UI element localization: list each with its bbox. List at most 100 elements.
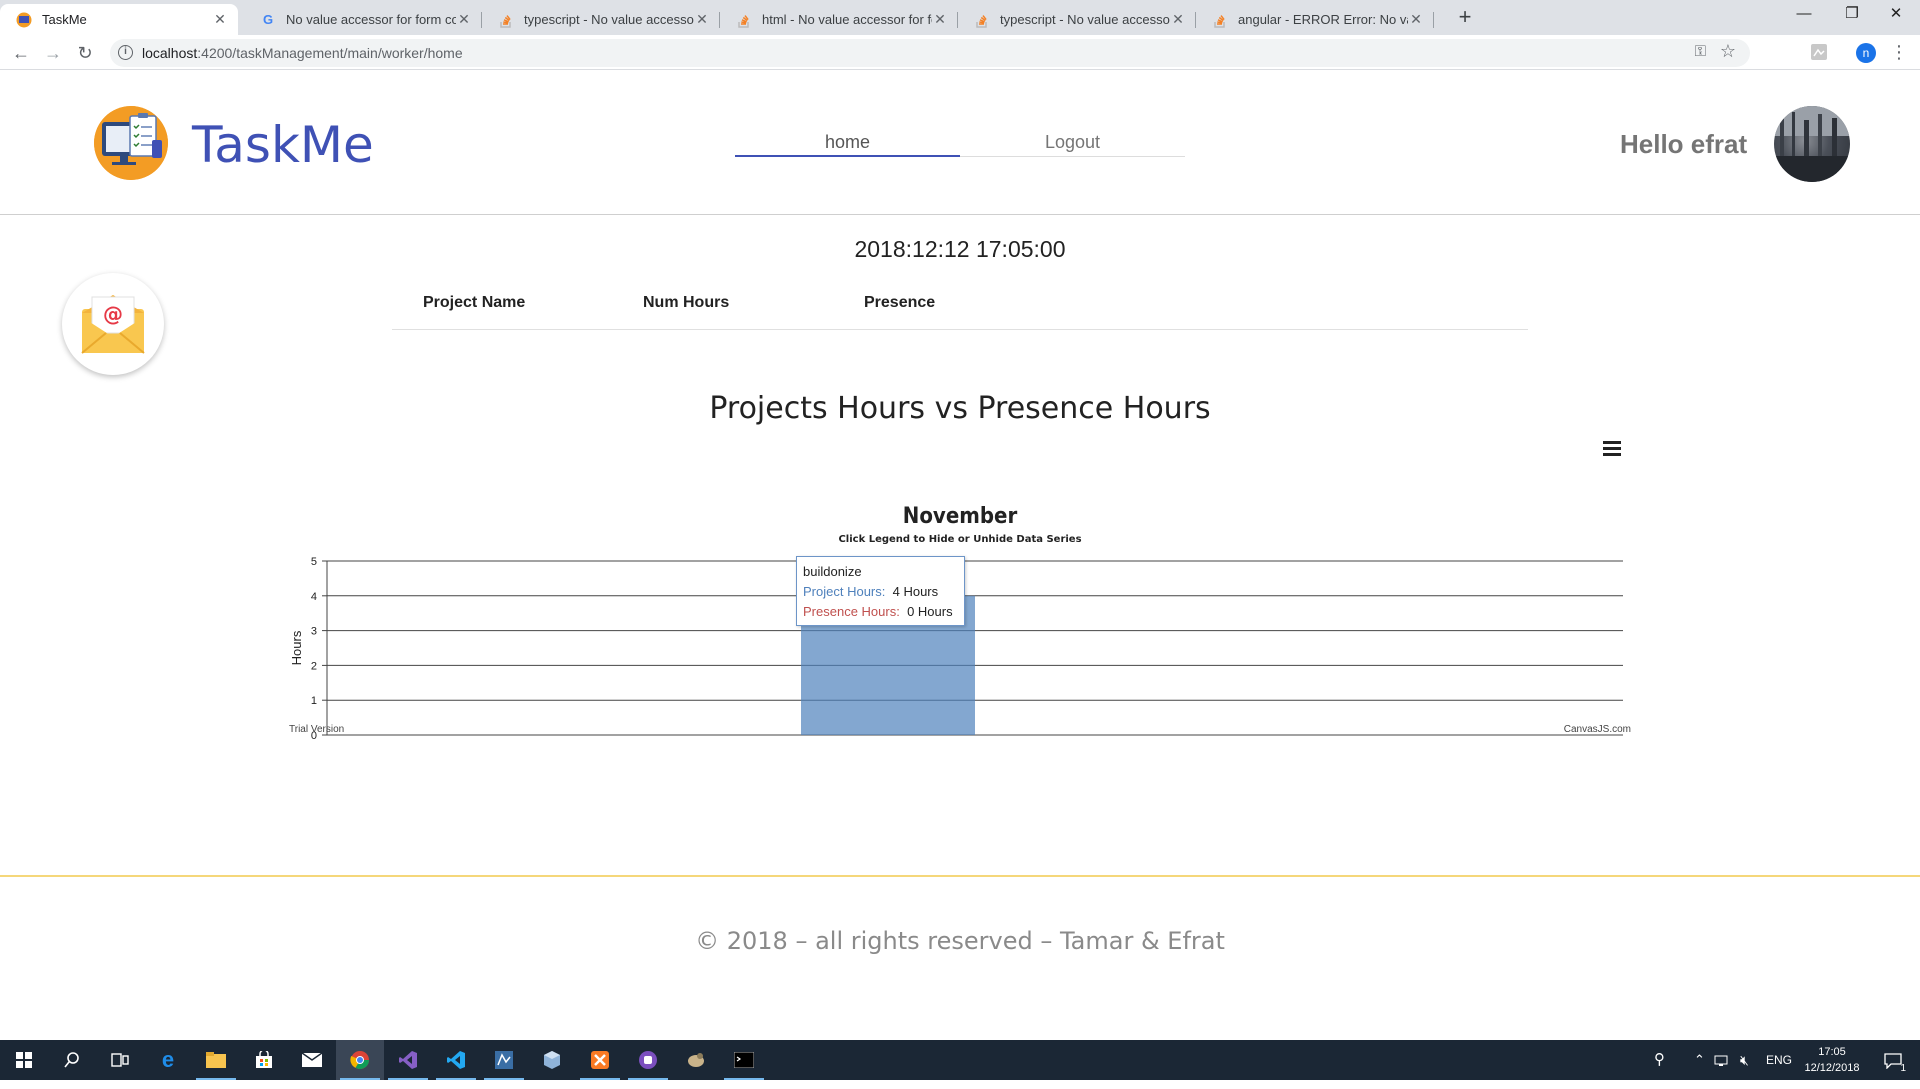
input-language[interactable]: ENG xyxy=(1766,1040,1792,1080)
system-clock[interactable]: 17:05 12/12/2018 xyxy=(1800,1044,1864,1076)
search-icon[interactable] xyxy=(48,1040,96,1080)
store-icon[interactable] xyxy=(240,1040,288,1080)
tab-separator xyxy=(1433,12,1434,28)
address-bar[interactable]: i localhost:4200/taskManagement/main/wor… xyxy=(110,39,1750,67)
virtualbox-icon[interactable] xyxy=(528,1040,576,1080)
bookmark-star-icon[interactable]: ☆ xyxy=(1720,41,1736,62)
column-num-hours: Num Hours xyxy=(643,294,730,311)
media-app-icon[interactable] xyxy=(624,1040,672,1080)
tab-close-icon[interactable]: ✕ xyxy=(694,11,710,28)
browser-tab-stackoverflow-2[interactable]: html - No value accessor for form ✕ xyxy=(720,4,958,35)
tooltip-label: Project Hours: xyxy=(803,584,886,599)
chrome-icon[interactable] xyxy=(336,1040,384,1080)
tab-title: html - No value accessor for form xyxy=(762,12,932,27)
current-datetime: 2018:12:12 17:05:00 xyxy=(854,236,1066,262)
task-view-icon[interactable] xyxy=(96,1040,144,1080)
app-header: TaskMe home Logout Hello efrat xyxy=(0,71,1920,215)
visual-studio-icon[interactable] xyxy=(384,1040,432,1080)
browser-tab-stackoverflow-3[interactable]: typescript - No value accessor fo ✕ xyxy=(958,4,1196,35)
page-footer: © 2018 – all rights reserved – Tamar & E… xyxy=(0,875,1920,1040)
volume-muted-icon[interactable]: 🔇︎ xyxy=(1740,1040,1749,1080)
tab-title: No value accessor for form contr xyxy=(286,12,456,27)
minimize-icon[interactable]: — xyxy=(1780,0,1828,30)
canvasjs-credit[interactable]: CanvasJS.com xyxy=(1564,724,1631,735)
tooltip-category: buildonize xyxy=(803,564,862,579)
browser-menu-icon[interactable]: ⋮ xyxy=(1890,41,1908,63)
network-icon[interactable] xyxy=(1714,1040,1730,1080)
taskme-logo-icon[interactable] xyxy=(94,106,168,180)
chart-menu-icon[interactable] xyxy=(1603,441,1621,459)
stackoverflow-favicon-icon xyxy=(498,12,514,28)
app-logo-text[interactable]: TaskMe xyxy=(192,116,374,174)
y-tick-label: 4 xyxy=(311,591,317,603)
notification-center-icon[interactable]: 1 xyxy=(1876,1040,1910,1080)
y-tick-label: 1 xyxy=(311,695,317,707)
svg-text:@: @ xyxy=(103,302,123,326)
browser-tab-strip: TaskMe ✕ G No value accessor for form co… xyxy=(0,0,1920,35)
browser-toolbar: ← → ↻ i localhost:4200/taskManagement/ma… xyxy=(0,35,1920,70)
url-text: localhost:4200/taskManagement/main/worke… xyxy=(142,45,463,61)
column-presence: Presence xyxy=(864,294,936,311)
tab-title: angular - ERROR Error: No value xyxy=(1238,12,1408,27)
terminal-icon[interactable] xyxy=(720,1040,768,1080)
tab-title: TaskMe xyxy=(42,12,87,27)
xampp-icon[interactable] xyxy=(576,1040,624,1080)
site-info-icon[interactable]: i xyxy=(118,45,133,60)
clock-date: 12/12/2018 xyxy=(1804,1062,1860,1074)
windows-start-icon[interactable] xyxy=(0,1040,48,1080)
window-close-icon[interactable]: ✕ xyxy=(1872,0,1920,30)
profile-avatar-icon[interactable]: n xyxy=(1856,43,1876,63)
edge-browser-icon[interactable]: e xyxy=(144,1040,192,1080)
people-icon[interactable]: ⚲ xyxy=(1654,1040,1665,1080)
browser-tab-stackoverflow-1[interactable]: typescript - No value accessor fo ✕ xyxy=(482,4,720,35)
vscode-icon[interactable] xyxy=(432,1040,480,1080)
mail-app-icon[interactable] xyxy=(288,1040,336,1080)
tooltip-value: 0 Hours xyxy=(907,604,953,619)
eclipse-icon[interactable] xyxy=(672,1040,720,1080)
y-tick-label: 3 xyxy=(311,626,317,638)
stackoverflow-favicon-icon xyxy=(974,12,990,28)
envelope-at-icon: @ xyxy=(81,295,145,354)
page: TaskMe home Logout Hello efrat 2018:12:1… xyxy=(0,71,1920,1040)
restore-icon[interactable]: ❐ xyxy=(1828,0,1876,30)
copyright-text: © 2018 – all rights reserved – Tamar & E… xyxy=(695,927,1225,955)
y-axis-label: Hours xyxy=(289,630,304,665)
tab-close-icon[interactable]: ✕ xyxy=(1170,11,1186,28)
url-host: localhost xyxy=(142,45,198,61)
forward-arrow-icon[interactable]: → xyxy=(40,40,66,66)
clock-time: 17:05 xyxy=(1818,1046,1846,1058)
password-key-icon[interactable]: ⚿ xyxy=(1695,43,1706,60)
reload-icon[interactable]: ↻ xyxy=(72,40,98,66)
tab-close-icon[interactable]: ✕ xyxy=(1408,11,1424,28)
projects-table-header: Project Name Num Hours Presence xyxy=(392,276,1528,330)
tab-close-icon[interactable]: ✕ xyxy=(212,11,228,28)
extension-icon[interactable] xyxy=(1810,43,1828,61)
browser-tab-taskme[interactable]: TaskMe ✕ xyxy=(0,4,238,35)
notification-count: 1 xyxy=(1900,1063,1906,1074)
trial-version-label: Trial Version xyxy=(289,724,345,735)
google-favicon-icon: G xyxy=(262,12,274,27)
back-arrow-icon[interactable]: ← xyxy=(8,40,34,66)
new-tab-icon[interactable]: + xyxy=(1453,6,1477,30)
x-tick-label: buildonize xyxy=(950,740,1000,741)
chart-heading: Projects Hours vs Presence Hours xyxy=(709,391,1211,426)
nav-home[interactable]: home xyxy=(735,117,960,157)
tab-close-icon[interactable]: ✕ xyxy=(456,11,472,28)
url-path: :4200/taskManagement/main/worker/home xyxy=(197,45,463,61)
windows-taskbar: e ⚲ ⌃ 🔇︎ ENG 17:05 12/12/2018 1 xyxy=(0,1040,1920,1080)
nav-logout[interactable]: Logout xyxy=(960,117,1185,157)
sql-server-icon[interactable] xyxy=(480,1040,528,1080)
stackoverflow-favicon-icon xyxy=(736,12,752,28)
column-project-name: Project Name xyxy=(423,294,526,311)
tooltip-value: 4 Hours xyxy=(892,584,939,599)
user-avatar[interactable] xyxy=(1774,106,1850,182)
file-explorer-icon[interactable] xyxy=(192,1040,240,1080)
browser-tab-stackoverflow-4[interactable]: angular - ERROR Error: No value ✕ xyxy=(1196,4,1434,35)
show-hidden-icons-icon[interactable]: ⌃ xyxy=(1694,1040,1705,1080)
y-tick-label: 2 xyxy=(311,660,317,672)
browser-tab-google[interactable]: G No value accessor for form contr ✕ xyxy=(244,4,482,35)
chart-title: November xyxy=(903,504,1018,529)
mail-button[interactable]: @ xyxy=(62,273,164,375)
tab-title: typescript - No value accessor fo xyxy=(524,12,694,27)
tab-close-icon[interactable]: ✕ xyxy=(932,11,948,28)
